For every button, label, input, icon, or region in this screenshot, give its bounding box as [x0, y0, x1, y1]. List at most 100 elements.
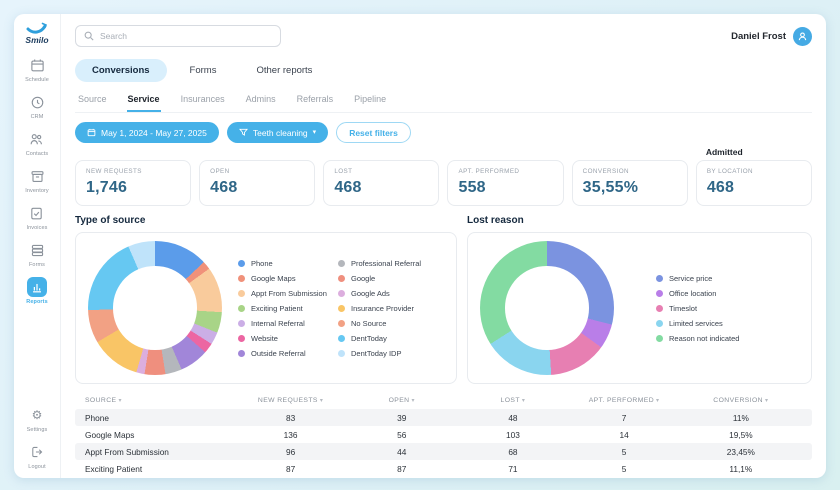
subtab-pipeline[interactable]: Pipeline	[353, 87, 387, 112]
table-cell: 7	[621, 412, 627, 423]
legend-dot-icon	[656, 289, 663, 297]
lost-reason-chart-block: Lost reason Service price Office location…	[467, 215, 812, 384]
kpi-label: CONVERSION	[582, 168, 629, 175]
sidebar-item-logout[interactable]: Logout	[27, 442, 47, 470]
sidebar-item-label: Forms	[28, 262, 46, 268]
date-range-value: May 1, 2024 - May 27, 2025	[101, 127, 207, 138]
sort-caret-icon[interactable]: ▾	[656, 398, 659, 404]
column-header[interactable]: CONVERSION ▾	[680, 397, 802, 404]
legend-label: Outside Referral	[251, 348, 306, 358]
sidebar-item-inventory[interactable]: Inventory	[25, 166, 49, 194]
search-box[interactable]	[75, 25, 281, 47]
sidebar-item-invoices[interactable]: Invoices	[27, 203, 48, 231]
report-subtabs: Source Service Insurances Admins Referra…	[75, 87, 812, 113]
date-range-picker[interactable]: May 1, 2024 - May 27, 2025	[75, 122, 219, 143]
charts-section: Type of source Phone Google Maps Appt From…	[75, 215, 812, 384]
legend-item: Insurance Provider	[338, 301, 448, 316]
column-header[interactable]: NEW REQUESTS ▾	[235, 397, 346, 404]
subtab-source[interactable]: Source	[77, 87, 108, 112]
table-row[interactable]: Appt From Submission 96 44 68 5 23,45%	[75, 443, 812, 460]
report-tabs: Conversions Forms Other reports	[75, 59, 812, 82]
column-header[interactable]: SOURCE ▾	[85, 397, 235, 404]
kpi-card-open: OPEN 468	[199, 160, 316, 206]
service-filter-dropdown[interactable]: Teeth cleaning ▾	[226, 122, 329, 143]
column-header[interactable]: APT. PERFORMED ▾	[569, 397, 680, 404]
sidebar-item-contacts[interactable]: Contacts	[26, 129, 49, 157]
legend-dot-icon	[656, 319, 663, 327]
table-cell: 11,1%	[729, 463, 753, 474]
table-header-row: SOURCE ▾ NEW REQUESTS ▾ OPEN ▾ LOST ▾ APT. PERFO…	[75, 393, 812, 409]
legend-item: Outside Referral	[238, 346, 338, 361]
legend-label: Google Maps	[251, 273, 296, 283]
table-row[interactable]: Google Maps 136 56 103 14 19,5%	[75, 426, 812, 443]
crm-icon	[27, 92, 47, 112]
sidebar-item-label: Schedule	[25, 77, 49, 83]
legend-label: Service price	[669, 273, 713, 283]
kpi-cards: NEW REQUESTS 1,746 OPEN 468 LOST 468 APT…	[75, 160, 812, 206]
bar-chart-icon	[26, 277, 47, 297]
kpi-value: 1,746	[86, 179, 128, 196]
legend-label: Appt From Submission	[251, 288, 327, 298]
tab-forms[interactable]: Forms	[173, 59, 234, 82]
sidebar-item-label: Settings	[26, 427, 48, 433]
table-row[interactable]: Phone 83 39 48 7 11%	[75, 409, 812, 426]
smile-swoosh-icon	[26, 21, 48, 34]
sort-caret-icon[interactable]: ▾	[411, 398, 414, 404]
legend-item: No Source	[338, 316, 448, 331]
legend-item: Website	[238, 331, 338, 346]
sort-caret-icon[interactable]: ▾	[118, 398, 121, 404]
subtab-service[interactable]: Service	[126, 87, 161, 112]
subtab-referrals[interactable]: Referrals	[296, 87, 335, 112]
legend-dot-icon	[338, 334, 345, 342]
lost-reason-chart-card: Service price Office location Timeslot Limi…	[467, 232, 812, 384]
kpi-label: APT. PERFORMED	[458, 168, 520, 175]
subtab-admins[interactable]: Admins	[245, 87, 277, 112]
sort-caret-icon[interactable]: ▾	[522, 398, 525, 404]
kpi-card-new-requests: NEW REQUESTS 1,746	[75, 160, 192, 206]
user-menu[interactable]: Daniel Frost	[731, 26, 812, 46]
sidebar-item-label: Invoices	[26, 225, 48, 231]
kpi-card-conversion: CONVERSION 35,55%	[571, 160, 688, 206]
search-input[interactable]	[100, 31, 272, 41]
legend-label: Phone	[251, 258, 273, 268]
kpi-label: LOST	[334, 168, 353, 175]
legend-item: Service price	[656, 271, 739, 286]
tab-other-reports[interactable]: Other reports	[239, 59, 329, 82]
kpi-value: 35,55%	[582, 179, 639, 196]
sidebar-item-schedule[interactable]: Schedule	[25, 55, 49, 83]
table-row[interactable]: Exciting Patient 87 87 71 5 11,1%	[75, 460, 812, 477]
reset-filters-button[interactable]: Reset filters	[336, 122, 411, 143]
legend-item: Google Maps	[238, 271, 338, 286]
column-header[interactable]: LOST ▾	[457, 397, 568, 404]
lost-reason-donut-chart[interactable]	[480, 241, 614, 375]
app-logo[interactable]: Smilo	[25, 21, 49, 45]
sidebar-item-label: Reports	[26, 299, 48, 305]
sidebar-item-settings[interactable]: ⚙ Settings	[27, 405, 48, 433]
avatar[interactable]	[793, 26, 812, 46]
type-of-source-donut-chart[interactable]	[88, 241, 222, 375]
legend-label: No Source	[351, 318, 387, 328]
tab-conversions[interactable]: Conversions	[75, 59, 167, 82]
sidebar-item-reports[interactable]: Reports	[26, 277, 48, 305]
column-header[interactable]: OPEN ▾	[346, 397, 457, 404]
chart-title: Type of source	[75, 215, 146, 226]
kpi-card-by-location: BY LOCATION 468	[695, 160, 812, 206]
table-cell: 11%	[732, 412, 749, 423]
table-cell: 48	[508, 412, 518, 423]
legend-item: Timeslot	[656, 301, 739, 316]
legend-label: Office location	[669, 288, 717, 298]
contacts-icon	[27, 129, 47, 149]
subtab-insurances[interactable]: Insurances	[180, 87, 226, 112]
type-of-source-chart-block: Type of source Phone Google Maps Appt From…	[75, 215, 457, 384]
legend-label: Timeslot	[669, 303, 698, 313]
sort-caret-icon[interactable]: ▾	[765, 398, 768, 404]
legend-label: Limited services	[669, 318, 723, 328]
table-cell: 87	[285, 463, 296, 474]
sidebar-item-crm[interactable]: CRM	[27, 92, 47, 120]
legend-label: Website	[251, 333, 278, 343]
sidebar-item-forms[interactable]: Forms	[27, 240, 47, 268]
table-body: Phone 83 39 48 7 11% Google Maps 136 56 103 14 19,5…	[75, 409, 812, 477]
kpi-card-apt-performed: APT. PERFORMED 558	[447, 160, 564, 206]
sort-caret-icon[interactable]: ▾	[320, 398, 323, 404]
kpi-label: NEW REQUESTS	[86, 168, 142, 175]
